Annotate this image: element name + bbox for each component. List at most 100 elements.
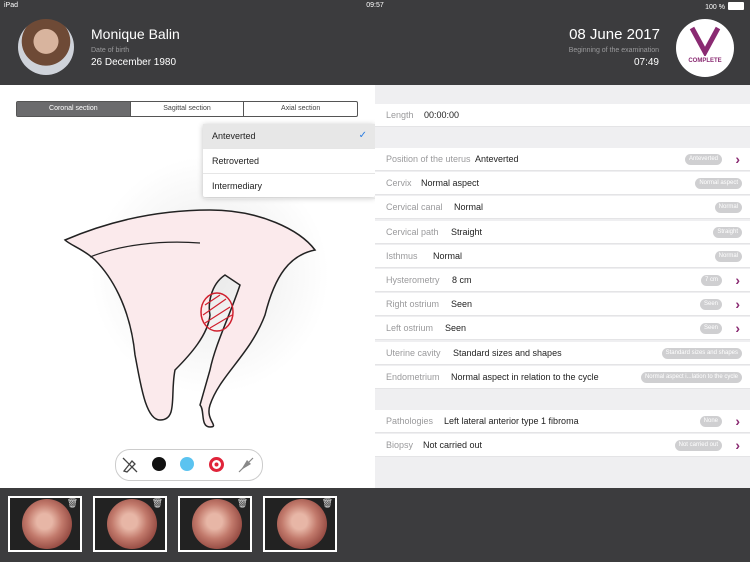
field-value: Normal aspect xyxy=(421,178,480,189)
field-row[interactable]: Endometrium Normal aspect in relation to … xyxy=(375,365,750,389)
trash-icon[interactable]: 🗑 xyxy=(152,498,163,509)
field-value: Standard sizes and shapes xyxy=(453,347,562,358)
exam-date: 08 June 2017 xyxy=(569,26,660,43)
field-label: Endometrium xyxy=(386,371,440,382)
field-label: Cervical canal xyxy=(386,202,443,213)
thumbnail-4[interactable]: 🗑 xyxy=(263,496,337,552)
chevron-right-icon[interactable]: › xyxy=(735,410,740,433)
field-label: Hysterometry xyxy=(386,275,440,285)
previous-value-badge: None xyxy=(699,416,722,427)
field-label: Pathologies xyxy=(386,416,434,426)
field-label: Cervix xyxy=(386,178,412,189)
option-anteverted-label: Anteverted xyxy=(212,131,256,141)
previous-value-badge: 7 cm xyxy=(700,275,722,286)
chevron-right-icon[interactable]: › xyxy=(735,317,740,340)
field-label: Cervical path xyxy=(386,226,439,237)
previous-value-badge: Normal aspect xyxy=(695,178,742,190)
previous-value-badge: Seen xyxy=(699,323,722,335)
checkmark-icon xyxy=(689,26,721,58)
drawing-toolbar xyxy=(115,449,263,481)
field-label: Left ostrium xyxy=(386,323,434,334)
exam-start-time: 07:49 xyxy=(633,57,659,68)
field-row[interactable]: Position of the uterus Anteverted Antevert… xyxy=(375,148,750,171)
field-row[interactable]: Pathologies Left lateral anterior type 1 … xyxy=(375,410,750,433)
field-label: Right ostrium xyxy=(386,299,440,310)
option-intermediary[interactable]: Intermediary xyxy=(203,174,375,199)
field-row[interactable]: Right ostrium Seen Seen › xyxy=(375,293,750,317)
endoscopy-image xyxy=(192,499,242,549)
previous-value-badge: Straight xyxy=(713,226,742,238)
trash-icon[interactable]: 🗑 xyxy=(322,498,333,509)
field-value: Straight xyxy=(451,226,483,237)
avatar xyxy=(18,19,74,75)
field-row[interactable]: Hysterometry 8 cm 7 cm › xyxy=(375,269,750,292)
status-bar: iPad 09:57 100 % xyxy=(0,0,750,12)
thumbnail-2[interactable]: 🗑 xyxy=(93,496,167,552)
field-row[interactable]: Cervical path Straight Straight xyxy=(375,220,750,244)
field-value: Normal aspect in relation to the cycle xyxy=(451,371,599,382)
battery-icon xyxy=(728,2,744,10)
eraser-icon[interactable] xyxy=(122,457,138,473)
previous-value-badge: Normal xyxy=(714,202,742,214)
length-row: Length 00:00:00 xyxy=(375,104,750,127)
length-label: Length xyxy=(386,110,414,120)
thumbnail-1[interactable]: 🗑 xyxy=(8,496,82,552)
clock: 09:57 xyxy=(366,2,384,9)
field-row[interactable]: Biopsy Not carried out Not carried out › xyxy=(375,434,750,457)
field-value: Left lateral anterior type 1 fibroma xyxy=(444,416,579,426)
trash-icon[interactable]: 🗑 xyxy=(67,498,78,509)
field-label: Biopsy xyxy=(386,440,414,450)
field-value: Seen xyxy=(451,299,473,310)
patient-header: Monique Balin Date of birth 26 December … xyxy=(0,12,750,85)
chevron-right-icon[interactable]: › xyxy=(735,434,740,457)
thumbnail-3[interactable]: 🗑 xyxy=(178,496,252,552)
field-row[interactable]: Isthmus Normal Normal xyxy=(375,244,750,268)
tab-coronal-section[interactable]: Coronal section xyxy=(17,102,130,116)
checkmark-icon: ✓ xyxy=(358,130,367,141)
option-anteverted[interactable]: Anteverted ✓ xyxy=(203,124,375,149)
field-label: Uterine cavity xyxy=(386,347,441,358)
uterus-diagram[interactable] xyxy=(60,205,330,435)
battery-status: 100 % xyxy=(705,2,744,11)
chevron-right-icon[interactable]: › xyxy=(735,293,740,316)
patient-name: Monique Balin xyxy=(91,26,180,42)
exam-start-label: Beginning of the examination xyxy=(568,47,659,54)
field-value: Not carried out xyxy=(423,440,483,450)
field-label: Position of the uterus xyxy=(386,154,471,164)
previous-value-badge: Seen xyxy=(699,299,722,311)
option-intermediary-label: Intermediary xyxy=(212,181,263,191)
field-row[interactable]: Cervix Normal aspect Normal aspect xyxy=(375,172,750,196)
field-row[interactable]: Cervical canal Normal Normal xyxy=(375,196,750,220)
complete-label: COMPLETE xyxy=(688,58,722,64)
black-color-swatch[interactable] xyxy=(152,457,166,471)
previous-value-badge: Normal xyxy=(714,250,742,262)
field-row[interactable]: Uterine cavity Standard sizes and shapes S… xyxy=(375,341,750,365)
section-segmented-control: Coronal section Sagittal section Axial s… xyxy=(16,101,358,117)
field-value: Anteverted xyxy=(475,154,519,164)
tab-axial-section[interactable]: Axial section xyxy=(243,102,357,116)
tab-sagittal-section[interactable]: Sagittal section xyxy=(129,102,244,116)
complete-button[interactable]: COMPLETE xyxy=(676,19,734,77)
field-row[interactable]: Left ostrium Seen Seen › xyxy=(375,317,750,341)
fill-tool-icon[interactable] xyxy=(238,457,254,473)
endoscopy-image xyxy=(107,499,157,549)
endoscopy-image xyxy=(22,499,72,549)
battery-label: 100 % xyxy=(705,4,725,11)
chevron-right-icon[interactable]: › xyxy=(735,269,740,292)
field-value: 8 cm xyxy=(452,275,472,285)
trash-icon[interactable]: 🗑 xyxy=(237,498,248,509)
previous-value-badge: Standard sizes and shapes xyxy=(661,347,742,359)
field-value: Normal xyxy=(454,202,484,213)
thumbnail-strip: 🗑 🗑 🗑 🗑 xyxy=(0,488,750,562)
option-retroverted[interactable]: Retroverted xyxy=(203,149,375,174)
field-value: Normal xyxy=(433,250,463,261)
previous-value-badge: Anteverted xyxy=(684,154,722,165)
dob-label: Date of birth xyxy=(91,47,130,54)
chevron-right-icon[interactable]: › xyxy=(735,148,740,171)
blue-color-swatch[interactable] xyxy=(180,457,194,471)
previous-value-badge: Normal aspect i...lation to the cycle xyxy=(640,371,742,383)
red-pattern-swatch[interactable] xyxy=(209,457,224,472)
endoscopy-image xyxy=(277,499,327,549)
length-value: 00:00:00 xyxy=(424,110,460,120)
field-label: Isthmus xyxy=(386,250,418,261)
